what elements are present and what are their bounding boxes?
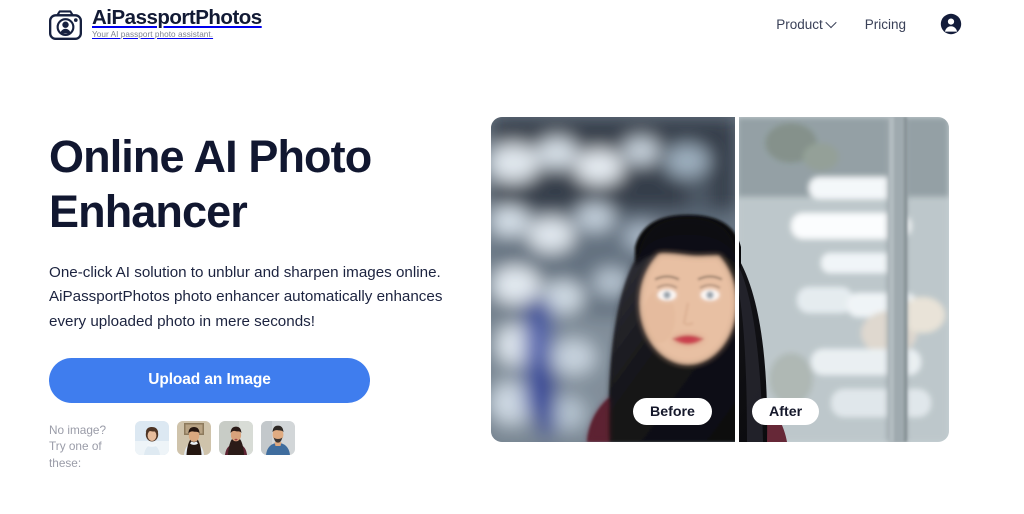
- after-label-badge: After: [752, 398, 820, 425]
- hero-title-line-1: Online AI Photo: [49, 131, 372, 182]
- sample-images-section: No image? Try one of these:: [49, 420, 469, 472]
- brand-logo-link[interactable]: AiPassportPhotos Your AI passport photo …: [48, 5, 262, 42]
- sample-thumbnail-3[interactable]: [219, 420, 253, 455]
- site-header: AiPassportPhotos Your AI passport photo …: [0, 0, 1024, 48]
- upload-an-image-button[interactable]: Upload an Image: [49, 357, 370, 403]
- sample-thumbnail-list: [135, 420, 295, 455]
- sample-label-line-3: these:: [49, 456, 82, 471]
- sample-thumbnail-3-image: [219, 420, 253, 455]
- hero-subtitle-line-2: AiPassportPhotos photo enhancer automati…: [49, 288, 443, 306]
- sample-label-line-1: No image?: [49, 422, 107, 437]
- sample-thumbnail-2-image: [177, 420, 211, 455]
- nav-item-product-label: Product: [776, 16, 823, 32]
- hero-content: Online AI Photo Enhancer One-click AI so…: [49, 130, 469, 472]
- before-label-badge: Before: [633, 398, 712, 425]
- account-avatar-icon: [940, 13, 962, 35]
- before-after-comparison-image: Before After: [491, 117, 949, 442]
- nav-item-pricing[interactable]: Pricing: [865, 17, 906, 32]
- sample-thumbnail-4-image: [261, 420, 295, 455]
- camera-logo-icon: [49, 9, 83, 40]
- sample-thumbnail-2[interactable]: [177, 420, 211, 455]
- nav-item-product[interactable]: Product: [776, 16, 837, 32]
- chevron-down-icon: [825, 16, 837, 29]
- sample-thumbnail-1-image: [135, 420, 169, 455]
- sample-images-label: No image? Try one of these:: [49, 421, 123, 472]
- hero-title-line-2: Enhancer: [49, 185, 248, 237]
- comparison-photo: [491, 117, 949, 442]
- sample-label-line-2: Try one of: [49, 439, 102, 454]
- page-title: Online AI Photo Enhancer: [49, 130, 399, 240]
- page-root: AiPassportPhotos Your AI passport photo …: [0, 0, 1024, 514]
- hero-subtitle-line-3: every uploaded photo in mere seconds!: [49, 313, 315, 331]
- sample-thumbnail-1[interactable]: [135, 420, 169, 455]
- hero-subtitle: One-click AI solution to unblur and shar…: [49, 261, 449, 335]
- sample-thumbnail-4[interactable]: [261, 420, 295, 455]
- hero-subtitle-line-1: One-click AI solution to unblur and shar…: [49, 263, 441, 281]
- nav-item-pricing-label: Pricing: [864, 16, 906, 32]
- main-navigation: Product Pricing: [776, 13, 962, 35]
- brand-tagline: Your AI passport photo assistant.: [92, 30, 214, 40]
- brand-name: AiPassportPhotos: [92, 5, 262, 29]
- account-avatar-button[interactable]: [940, 13, 962, 35]
